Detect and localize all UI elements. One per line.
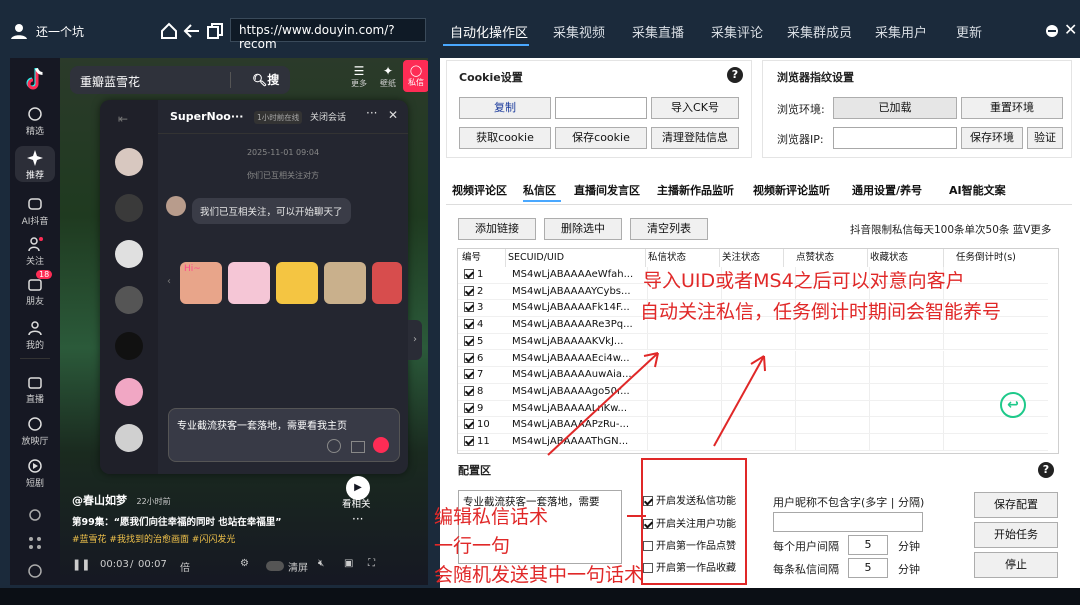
bottom-strip — [0, 588, 1080, 605]
annotation-arrow-1 — [547, 352, 659, 456]
annotation-arrow-2 — [713, 355, 765, 447]
annotation-box — [641, 458, 747, 585]
annotation-arrows — [547, 352, 766, 585]
